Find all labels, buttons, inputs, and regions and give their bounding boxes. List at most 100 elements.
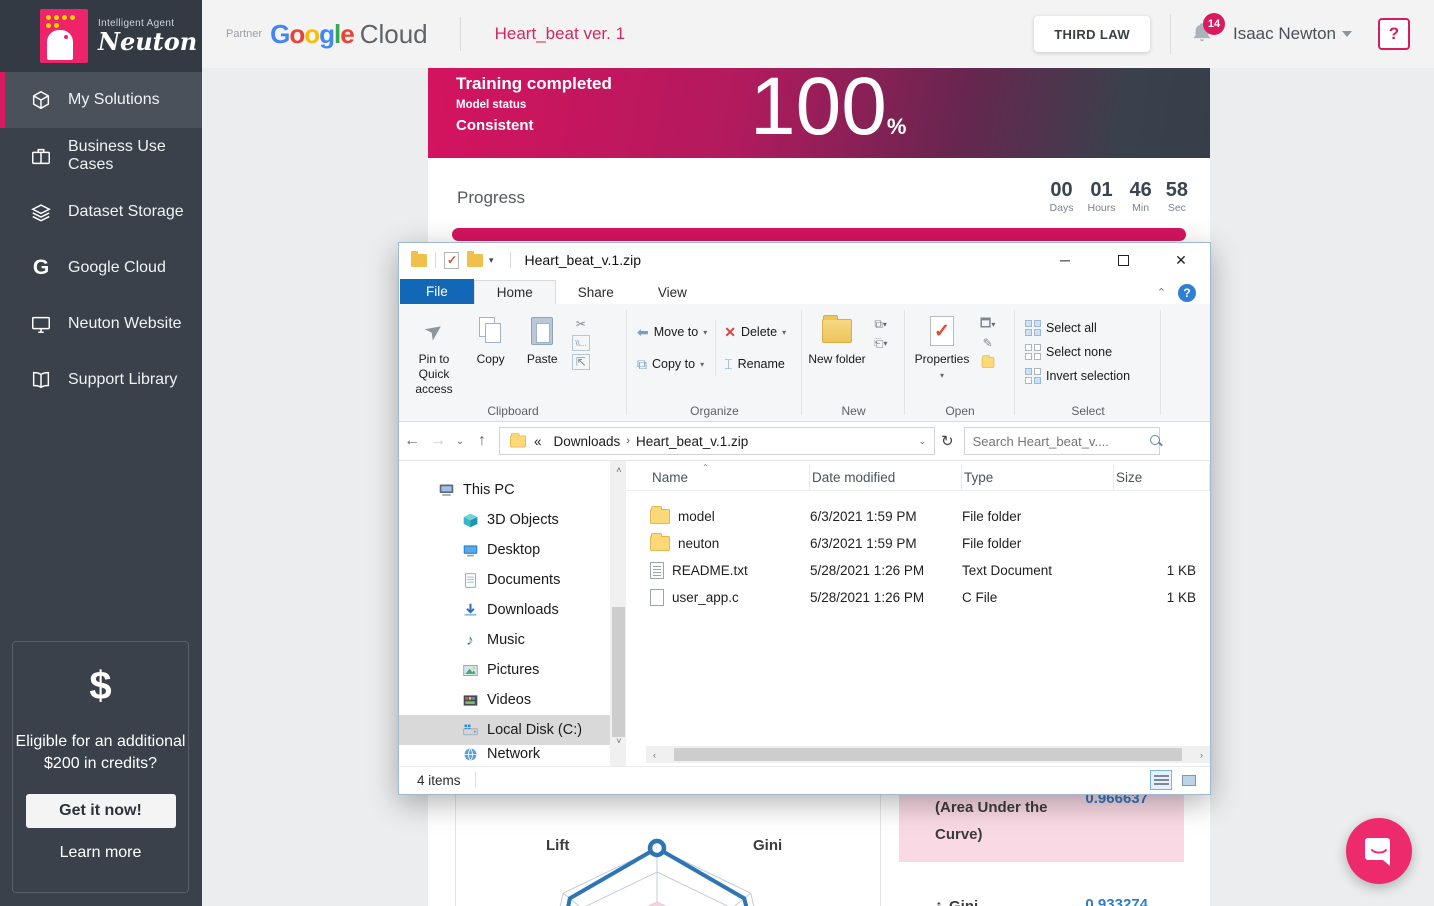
radar-axis-gini: Gini — [753, 837, 782, 854]
file-row-neuton[interactable]: neuton 6/3/2021 1:59 PM File folder — [626, 530, 1210, 557]
tree-item-local-disk-c[interactable]: Local Disk (C:) — [399, 715, 610, 745]
copy-to-button[interactable]: ⧉Copy to▾ — [633, 352, 711, 376]
open-icon[interactable]: 🗖▾ — [979, 316, 997, 332]
tab-share[interactable]: Share — [556, 281, 636, 304]
logo[interactable]: Intelligent Agent Neuton — [0, 0, 202, 72]
tree-item-pictures[interactable]: Pictures — [399, 655, 610, 685]
address-input[interactable]: « Downloads › Heart_beat_v.1.zip ⌄ — [499, 427, 935, 455]
edit-icon[interactable]: ✎ — [979, 335, 997, 351]
tree-item-desktop[interactable]: Desktop — [399, 535, 610, 565]
collapse-ribbon-icon[interactable]: ⌃ — [1157, 286, 1166, 299]
tab-view[interactable]: View — [636, 281, 709, 304]
tree-item-network[interactable]: Network — [399, 745, 610, 763]
scroll-left-icon[interactable]: ‹ — [646, 750, 663, 760]
easy-access-icon[interactable]: ⎗▾ — [872, 335, 890, 351]
sidebar-item-business-use-cases[interactable]: Business Use Cases — [0, 128, 202, 184]
file-row-user-app[interactable]: user_app.c 5/28/2021 1:26 PM C File 1 KB — [626, 584, 1210, 611]
scroll-down-icon[interactable]: ˅ — [610, 732, 627, 749]
third-law-button[interactable]: THIRD LAW — [1034, 16, 1150, 52]
this-pc-icon — [437, 481, 455, 499]
details-view-button[interactable] — [1150, 770, 1172, 790]
close-button[interactable]: ✕ — [1152, 243, 1210, 277]
history-icon[interactable] — [979, 354, 997, 370]
column-header-type[interactable]: Type — [962, 465, 1114, 490]
cube-icon — [30, 89, 52, 111]
new-folder-quick-icon[interactable] — [467, 254, 483, 267]
back-button[interactable]: ← — [399, 432, 425, 450]
explorer-titlebar[interactable]: ▾ Heart_beat_v.1.zip ─ ✕ — [399, 243, 1210, 277]
forward-button[interactable]: → — [425, 432, 451, 450]
explorer-help-icon[interactable]: ? — [1178, 284, 1196, 302]
search-box[interactable] — [964, 427, 1160, 455]
rename-button[interactable]: ⌶Rename — [720, 352, 790, 376]
sidebar-item-google-cloud[interactable]: G Google Cloud — [0, 240, 202, 296]
tab-home[interactable]: Home — [474, 280, 556, 304]
sidebar-item-dataset-storage[interactable]: Dataset Storage — [0, 184, 202, 240]
horizontal-scrollbar[interactable]: ‹ › — [646, 746, 1210, 763]
select-none-button[interactable]: Select none — [1021, 340, 1155, 364]
pin-to-quick-access-button[interactable]: ➤ Pin to Quick access — [405, 310, 463, 397]
metric-gini-label: Gini — [949, 898, 978, 906]
notifications-bell-icon[interactable]: 14 — [1191, 21, 1217, 47]
tree-item-this-pc[interactable]: This PC — [399, 475, 610, 505]
scrollbar-thumb[interactable] — [612, 607, 625, 737]
cut-icon[interactable]: ✂ — [572, 316, 590, 332]
recent-locations-dropdown-icon[interactable]: ⌄ — [451, 436, 469, 447]
tree-item-music[interactable]: ♪ Music — [399, 625, 610, 655]
search-icon[interactable] — [1149, 434, 1151, 448]
invert-selection-button[interactable]: Invert selection — [1021, 364, 1155, 388]
tree-scrollbar[interactable]: ˄ ˅ — [610, 461, 626, 766]
sidebar-item-my-solutions[interactable]: My Solutions — [0, 72, 202, 128]
chevron-down-icon[interactable] — [1342, 31, 1352, 37]
breadcrumb-chevrons[interactable]: « — [534, 434, 542, 449]
scrollbar-thumb[interactable] — [674, 748, 1182, 761]
search-input[interactable] — [973, 434, 1149, 449]
tree-item-3d-objects[interactable]: 3D Objects — [399, 505, 610, 535]
scroll-right-icon[interactable]: › — [1193, 750, 1210, 760]
chat-bubble-icon — [1362, 834, 1396, 868]
properties-quick-icon[interactable] — [444, 252, 459, 269]
file-row-readme[interactable]: README.txt 5/28/2021 1:26 PM Text Docume… — [626, 557, 1210, 584]
paste-shortcut-icon[interactable]: ⇱ — [572, 354, 590, 370]
tab-file[interactable]: File — [400, 279, 474, 304]
paste-button[interactable]: Paste — [518, 310, 566, 367]
sidebar-item-label: Dataset Storage — [68, 203, 184, 221]
sidebar-item-neuton-website[interactable]: Neuton Website — [0, 296, 202, 352]
breadcrumb-current[interactable]: Heart_beat_v.1.zip — [636, 434, 748, 449]
copy-path-icon[interactable]: \\... — [572, 335, 590, 351]
column-header-date[interactable]: Date modified — [810, 465, 962, 490]
logo-name: Neuton — [98, 29, 197, 54]
move-to-button[interactable]: ⬅Move to▾ — [633, 320, 711, 344]
column-header-size[interactable]: Size — [1114, 465, 1210, 490]
tree-item-videos[interactable]: Videos — [399, 685, 610, 715]
ribbon-tabs: File Home Share View ⌃ ? — [399, 277, 1210, 304]
tree-item-documents[interactable]: Documents — [399, 565, 610, 595]
sidebar-item-support-library[interactable]: Support Library — [0, 352, 202, 408]
column-header-name[interactable]: ⌃Name — [650, 465, 810, 490]
new-item-icon[interactable]: ⧉▾ — [872, 316, 890, 332]
file-row-model[interactable]: model 6/3/2021 1:59 PM File folder — [626, 503, 1210, 530]
up-button[interactable]: ↑ — [469, 432, 495, 450]
user-menu[interactable]: Isaac Newton — [1233, 24, 1336, 44]
divider — [460, 17, 461, 51]
help-button[interactable]: ? — [1378, 18, 1410, 50]
copy-button[interactable]: Copy — [467, 310, 515, 367]
address-dropdown-icon[interactable]: ⌄ — [910, 436, 934, 447]
minimize-button[interactable]: ─ — [1036, 243, 1094, 277]
breadcrumb-downloads[interactable]: Downloads — [554, 434, 621, 449]
documents-icon — [461, 571, 479, 589]
scroll-up-icon[interactable]: ˄ — [610, 461, 627, 478]
music-icon: ♪ — [461, 631, 479, 649]
tree-item-downloads[interactable]: Downloads — [399, 595, 610, 625]
learn-more-link[interactable]: Learn more — [13, 844, 188, 862]
chat-widget-button[interactable] — [1346, 818, 1412, 884]
thumbnail-view-button[interactable] — [1178, 770, 1200, 790]
refresh-icon[interactable]: ↻ — [941, 432, 954, 450]
delete-button[interactable]: ✕Delete▾ — [720, 320, 790, 344]
select-all-button[interactable]: Select all — [1021, 316, 1155, 340]
maximize-button[interactable] — [1094, 243, 1152, 277]
properties-button[interactable]: Properties ▾ — [911, 310, 973, 382]
get-it-now-button[interactable]: Get it now! — [26, 794, 176, 828]
quick-access-toolbar-dropdown-icon[interactable]: ▾ — [489, 255, 494, 266]
new-folder-button[interactable]: New folder — [808, 310, 866, 367]
